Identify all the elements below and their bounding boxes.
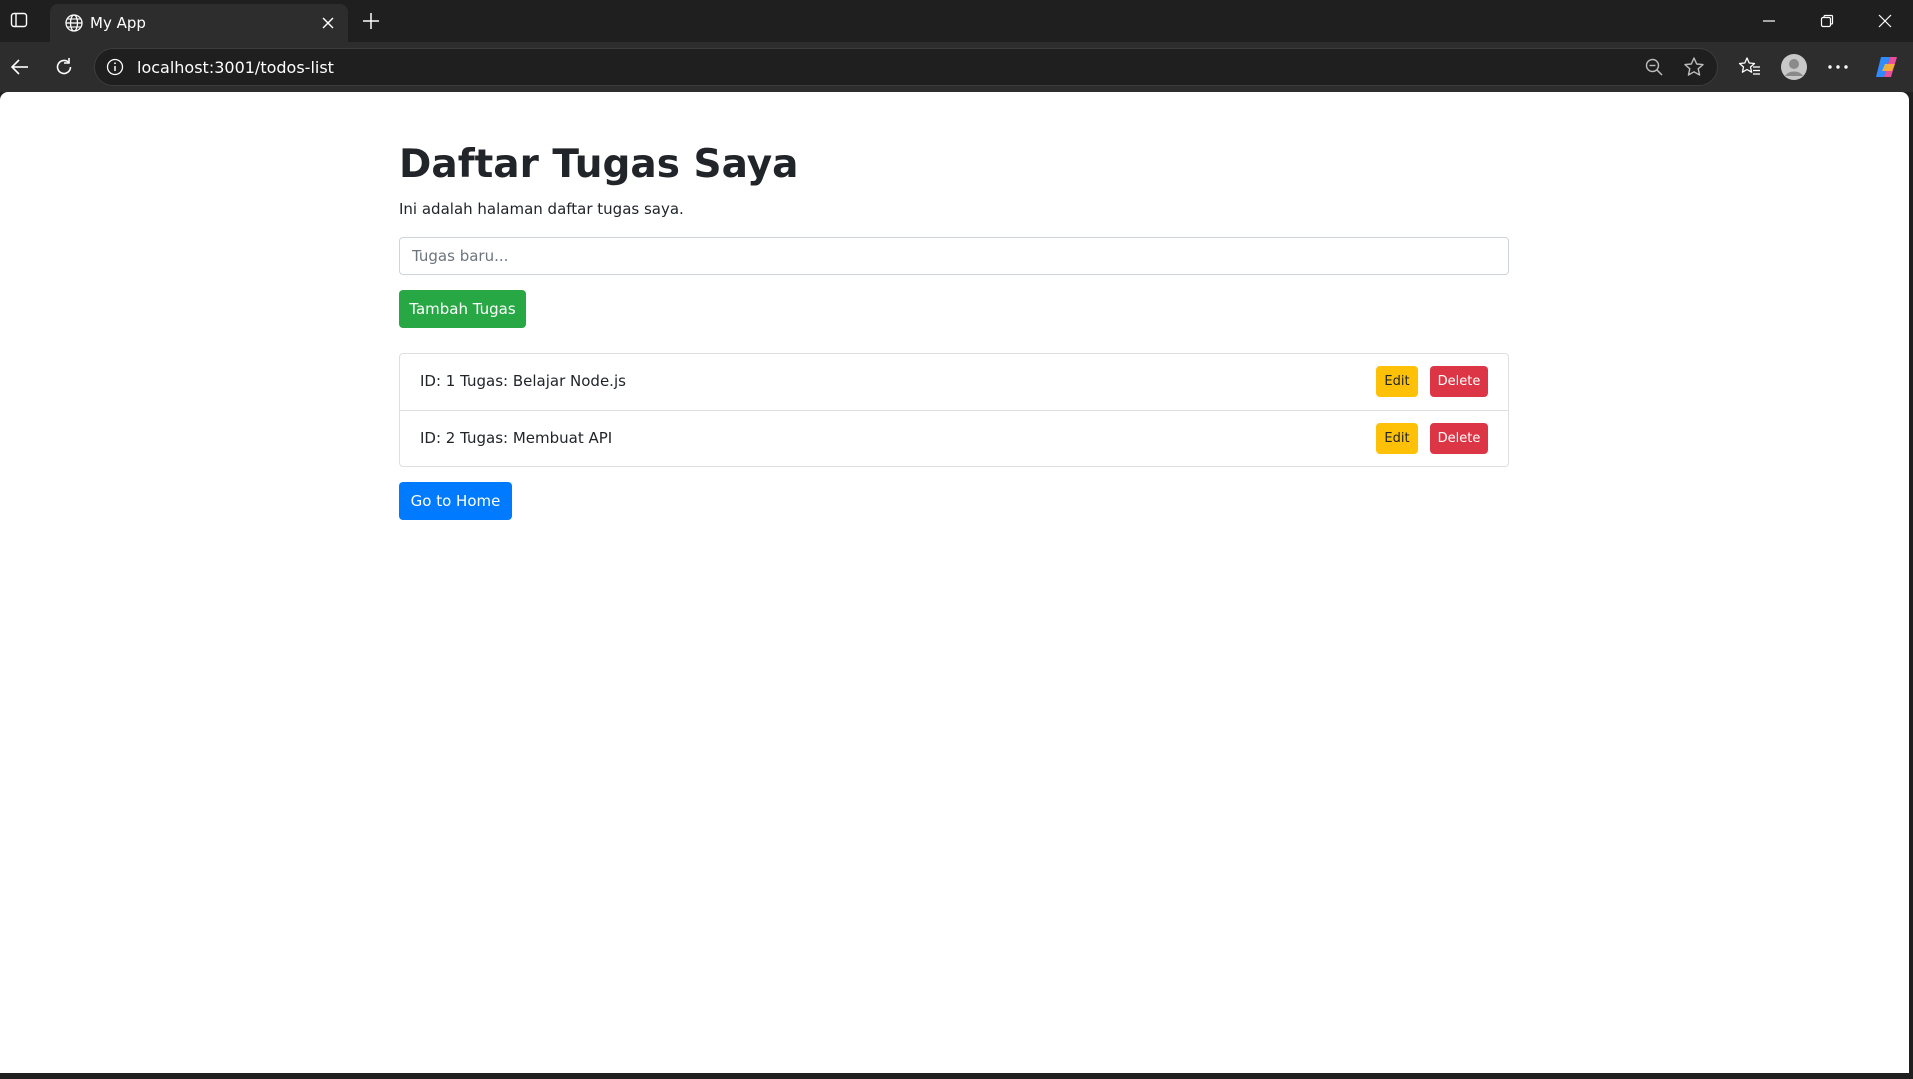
more-icon[interactable] (1823, 52, 1853, 82)
globe-icon (64, 13, 84, 33)
restore-icon[interactable] (1807, 6, 1847, 36)
profile-icon[interactable] (1779, 52, 1809, 82)
todo-item-text: ID: 2 Tugas: Membuat API (420, 429, 613, 447)
delete-button[interactable]: Delete (1430, 366, 1488, 397)
add-task-button[interactable]: Tambah Tugas (399, 290, 526, 328)
page-viewport: Daftar Tugas Saya Ini adalah halaman daf… (0, 92, 1909, 1073)
page-title: Daftar Tugas Saya (399, 142, 799, 187)
new-task-input[interactable] (399, 237, 1509, 275)
tab-bar: My App (0, 0, 1913, 42)
todo-item-text: ID: 1 Tugas: Belajar Node.js (420, 372, 626, 390)
page-subtitle: Ini adalah halaman daftar tugas saya. (399, 200, 684, 218)
edit-button[interactable]: Edit (1376, 366, 1418, 397)
refresh-icon[interactable] (50, 53, 78, 81)
tab-title: My App (90, 14, 146, 32)
todo-item: ID: 2 Tugas: Membuat API Edit Delete (400, 410, 1508, 466)
copilot-icon[interactable] (1872, 52, 1902, 82)
todo-item: ID: 1 Tugas: Belajar Node.js Edit Delete (400, 354, 1508, 410)
close-icon[interactable] (318, 13, 338, 33)
plus-icon[interactable] (358, 8, 384, 34)
favorites-icon[interactable] (1735, 52, 1765, 82)
edit-button[interactable]: Edit (1376, 423, 1418, 454)
go-home-button[interactable]: Go to Home (399, 482, 512, 520)
url-text[interactable]: localhost:3001/todos-list (137, 58, 334, 77)
window-close-icon[interactable] (1865, 6, 1905, 36)
address-bar[interactable]: localhost:3001/todos-list (94, 48, 1718, 86)
tab-actions-icon[interactable] (8, 9, 30, 31)
star-icon[interactable] (1683, 56, 1705, 78)
info-icon[interactable] (105, 57, 125, 77)
zoom-out-icon[interactable] (1643, 56, 1665, 78)
todo-list: ID: 1 Tugas: Belajar Node.js Edit Delete… (399, 353, 1509, 467)
delete-button[interactable]: Delete (1430, 423, 1488, 454)
back-arrow-icon[interactable] (6, 53, 34, 81)
browser-tab[interactable]: My App (50, 4, 348, 42)
minimize-icon[interactable] (1749, 6, 1789, 36)
browser-toolbar: localhost:3001/todos-list (0, 42, 1913, 92)
